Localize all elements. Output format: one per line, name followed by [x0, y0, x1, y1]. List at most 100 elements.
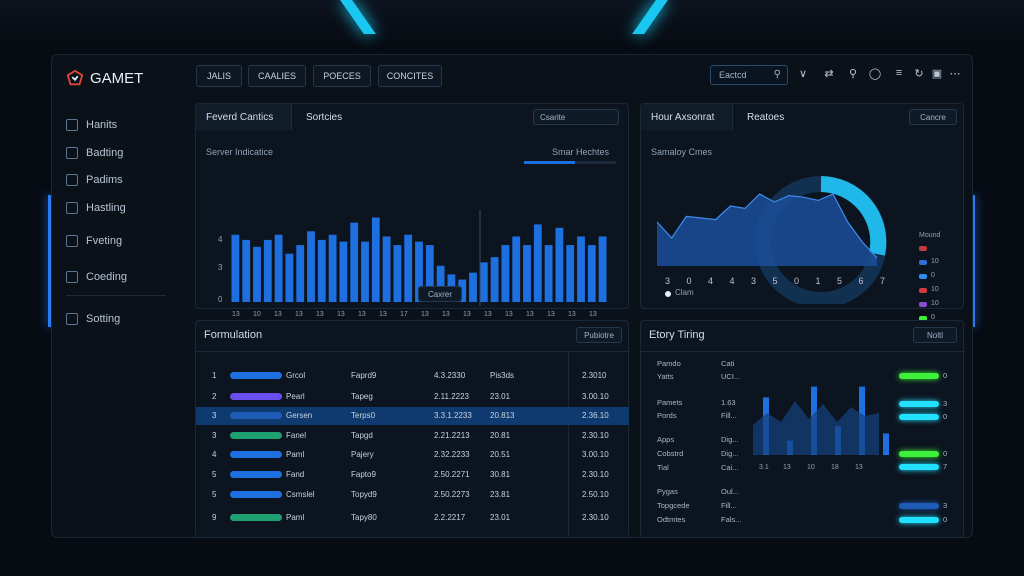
bar[interactable] — [577, 236, 585, 302]
cancel-button[interactable]: Cancre — [909, 109, 957, 125]
x-tick: 13 — [274, 311, 282, 318]
chart-action-button[interactable]: Caxrer — [418, 286, 462, 302]
sidebar-item-1[interactable]: Hanits — [66, 115, 178, 135]
bar[interactable] — [490, 257, 499, 302]
x-tick: 13 — [589, 311, 597, 318]
bar[interactable] — [285, 253, 294, 302]
bar[interactable] — [274, 234, 283, 302]
app-logo[interactable]: GAMET — [66, 69, 143, 87]
bar[interactable] — [296, 245, 305, 302]
zoom-icon[interactable]: ⚲ — [846, 67, 860, 80]
new-button[interactable]: Noltl — [913, 327, 957, 343]
bar[interactable] — [501, 245, 510, 302]
bar[interactable] — [350, 222, 359, 302]
table-row[interactable]: 2 Pearl Tapeg 2.11.2223 23.01 3.00.10 — [196, 388, 629, 406]
share-icon[interactable]: ⇄ — [822, 67, 836, 80]
sidebar-item-4[interactable]: Hastling — [66, 198, 178, 218]
cell-name: Gersen — [286, 411, 313, 420]
bar[interactable] — [382, 236, 391, 302]
bar[interactable] — [328, 234, 337, 302]
tab-reatoes[interactable]: Reatoes — [737, 104, 794, 130]
x-tick: 5 — [773, 276, 778, 286]
table-row[interactable]: 4 Paml Pajery 2.32.2233 20.51 3.00.10 — [196, 446, 629, 464]
bar[interactable] — [544, 245, 553, 302]
bar[interactable] — [253, 246, 261, 302]
bar[interactable] — [598, 236, 607, 302]
top-tab-caalies[interactable]: CAALIES — [248, 65, 306, 87]
top-tab-jalis[interactable]: JALIS — [196, 65, 242, 87]
sidebar-item-2[interactable]: Badting — [66, 143, 178, 163]
bar[interactable] — [371, 217, 380, 302]
mini-x-tick: 18 — [831, 464, 839, 471]
legend-value: 10 — [931, 258, 939, 265]
cell-val: 23.01 — [490, 392, 511, 401]
x-tick: 6 — [859, 276, 864, 286]
bar[interactable] — [469, 272, 477, 302]
bar[interactable] — [523, 245, 531, 302]
x-tick: 13 — [484, 311, 492, 318]
menu-icon[interactable]: ≡ — [892, 67, 906, 79]
table-row[interactable]: 3 Fanel Tapgd 2.21.2213 20.81 2.30.10 — [196, 427, 629, 445]
table-row[interactable]: 1 Grcol Faprd9 4.3.2330 Pis3ds 2.3010 — [196, 367, 629, 385]
search-input[interactable]: Eactcd ⚲ — [710, 65, 788, 85]
cell-amt: 2.30.10 — [582, 513, 609, 522]
sidebar-item-7[interactable]: Sotting — [66, 309, 178, 329]
bar[interactable] — [393, 245, 402, 302]
bar[interactable] — [566, 245, 575, 302]
publish-button[interactable]: Pubiotre — [576, 327, 622, 343]
table-row[interactable]: 5 Csmslel Topyd9 2.50.2273 23.81 2.50.10 — [196, 486, 629, 504]
top-tab-concites[interactable]: CONCITES — [378, 65, 442, 87]
bar[interactable] — [231, 234, 240, 302]
bar[interactable] — [242, 239, 251, 302]
bar[interactable] — [404, 234, 413, 302]
sidebar-item-label: Fveting — [86, 235, 123, 247]
table-row[interactable]: 3 Gersen Terps0 3.3.1.2233 20.813 2.36.10 — [196, 407, 629, 425]
card-icon — [66, 147, 78, 159]
sidebar: GAMET Hanits Badting Padims Hastling Fveting… — [52, 55, 182, 537]
bar[interactable] — [317, 239, 326, 302]
bar[interactable] — [307, 231, 315, 302]
stat-value: Dig... — [721, 449, 739, 458]
bar[interactable] — [263, 239, 272, 302]
cell-amt: 2.3010 — [582, 371, 607, 380]
ceiling — [0, 0, 1024, 44]
bar[interactable] — [533, 224, 542, 302]
chart-icon — [66, 119, 78, 131]
row-color-bar — [230, 432, 282, 439]
bar[interactable] — [339, 241, 348, 302]
tab-feverd-cantics[interactable]: Feverd Cantics — [196, 104, 292, 130]
more-icon[interactable]: ⋯ — [948, 67, 962, 80]
cell-type: Tapeg — [351, 392, 373, 401]
tab-hour-axsonrat[interactable]: Hour Axsonrat — [641, 104, 733, 130]
x-tick: 13 — [358, 311, 366, 318]
tag-icon[interactable]: ◯ — [868, 67, 882, 80]
bar[interactable] — [512, 236, 521, 302]
cell-type: Terps0 — [351, 411, 376, 420]
stats-panel: Etory Tiring Noltl Pamdo Cati Yatts UCI... P… — [640, 320, 965, 538]
top-tab-poeces[interactable]: POECES — [313, 65, 371, 87]
legend-swatch — [919, 260, 927, 265]
stats-title: Etory Tiring — [649, 329, 705, 341]
legend-title: Mound — [919, 232, 941, 239]
sidebar-item-3[interactable]: Padims — [66, 170, 178, 190]
bar-chart-panel: Feverd Cantics Sortcies Csarite Server I… — [195, 103, 629, 318]
sidebar-item-5[interactable]: Fveting — [66, 231, 178, 251]
level-value: 0 — [943, 371, 948, 380]
chart-filter-dropdown[interactable]: Csarite — [533, 109, 619, 125]
table-row[interactable]: 5 Fand Fapto9 2.50.2271 30.81 2.30.10 — [196, 466, 629, 484]
cell-name: Grcol — [286, 371, 306, 380]
level-bar — [899, 517, 939, 523]
stat-value: Fals... — [721, 515, 742, 524]
bar[interactable] — [361, 241, 369, 302]
mini-bar[interactable] — [883, 433, 889, 455]
sidebar-item-6[interactable]: Coeding — [66, 267, 178, 287]
bar[interactable] — [587, 245, 596, 302]
tab-sortcies[interactable]: Sortcies — [296, 104, 352, 130]
bar[interactable] — [555, 227, 564, 302]
table-row[interactable]: 9 Paml Tapy80 2.2.2217 23.01 2.30.10 — [196, 509, 629, 527]
chevron-down-icon[interactable]: ∨ — [796, 67, 810, 80]
level-value: 0 — [943, 515, 948, 524]
bar[interactable] — [479, 262, 488, 302]
refresh-icon[interactable]: ↻ — [912, 67, 926, 80]
window-icon[interactable]: ▣ — [930, 67, 944, 80]
